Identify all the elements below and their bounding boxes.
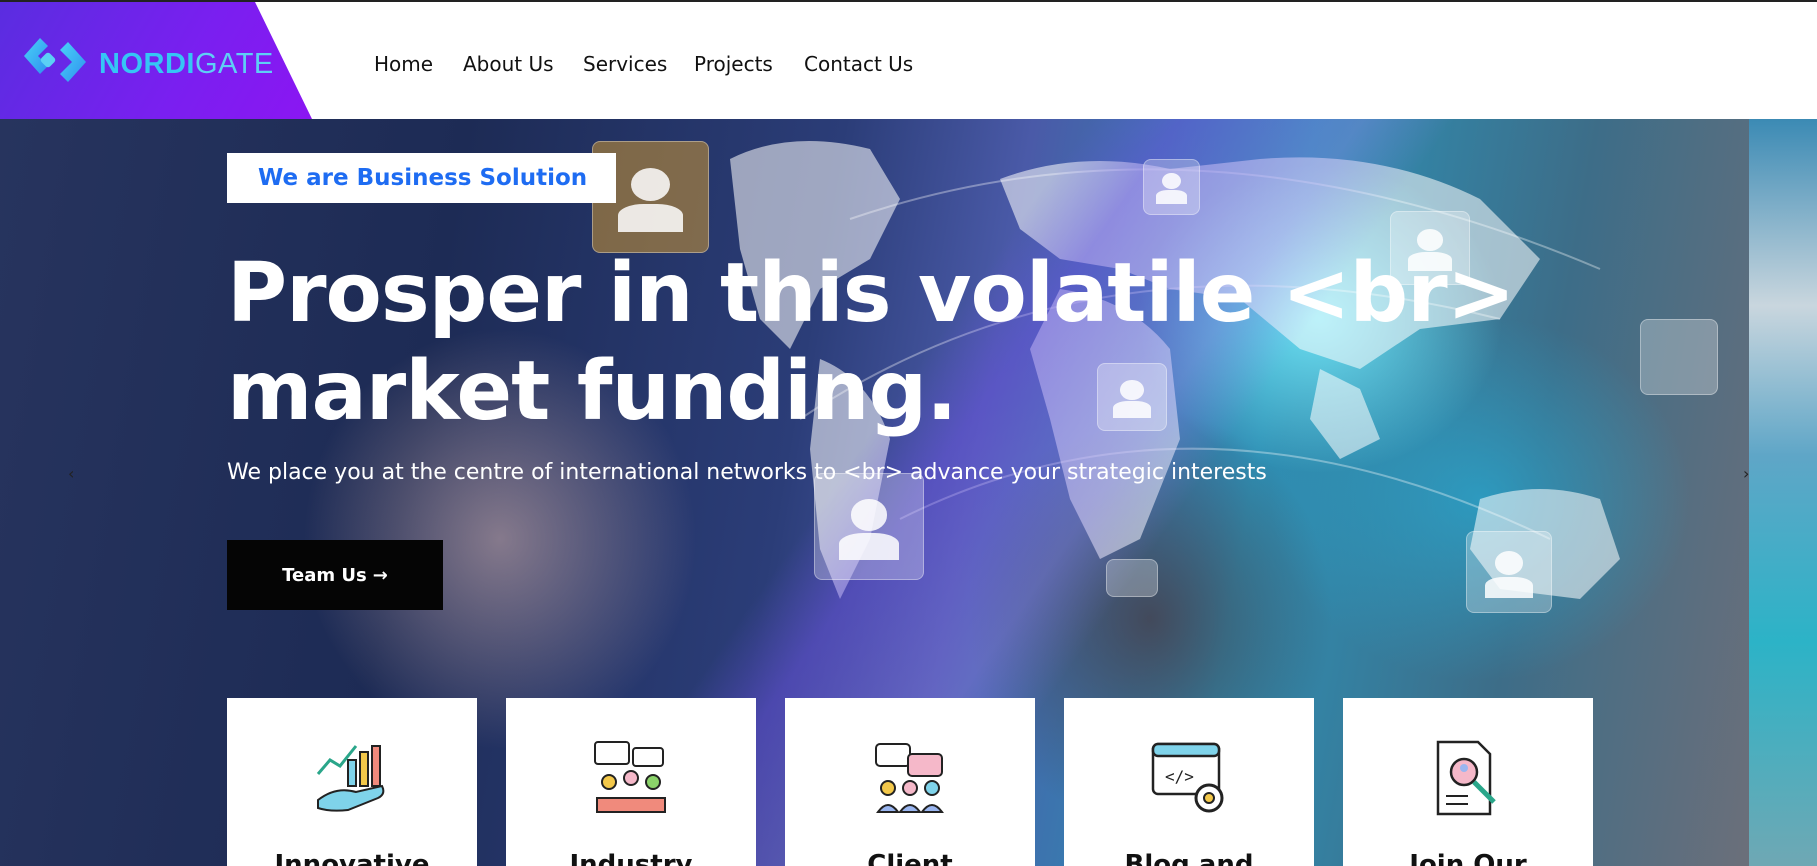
feature-card-label: Join Our xyxy=(1409,850,1527,866)
next-slide-arrow-icon[interactable]: › xyxy=(1743,464,1749,483)
hero-subtitle: We place you at the centre of internatio… xyxy=(227,460,1267,485)
nav-services[interactable]: Services xyxy=(583,52,667,76)
prev-slide-arrow-icon[interactable]: ‹ xyxy=(68,464,74,483)
next-slide-preview xyxy=(1749,119,1817,866)
growth-chart-hand-icon xyxy=(316,745,385,812)
brand-name-bold: NORDI xyxy=(99,48,195,80)
brand-name-light: GATE xyxy=(194,48,274,80)
nav-about-us[interactable]: About Us xyxy=(463,52,554,76)
feature-card-blog[interactable]: </> Blog and xyxy=(1064,698,1314,866)
feature-card-label: Client xyxy=(867,850,953,866)
window-top-border xyxy=(0,0,1817,2)
nav-contact-us[interactable]: Contact Us xyxy=(804,52,913,76)
brand-name: NORDIGATE xyxy=(99,48,274,81)
feature-card-join[interactable]: Join Our xyxy=(1343,698,1593,866)
feature-card-client[interactable]: Client xyxy=(785,698,1035,866)
feature-card-industry[interactable]: Industry xyxy=(506,698,756,866)
user-avatar-bubble-icon xyxy=(1143,159,1200,215)
logo-panel[interactable]: NORDIGATE xyxy=(0,2,312,119)
chat-bubble-icon xyxy=(1106,559,1158,597)
hero-badge: We are Business Solution xyxy=(227,153,616,203)
hero-title-line-1: Prosper in this volatile <br> xyxy=(227,246,1515,341)
team-meeting-icon xyxy=(594,741,666,813)
nav-projects[interactable]: Projects xyxy=(694,52,773,76)
client-chat-group-icon xyxy=(875,743,944,813)
svg-text:</>: </> xyxy=(1165,767,1194,786)
hero-title: Prosper in this volatile <br> market fun… xyxy=(227,245,1527,441)
resume-search-icon xyxy=(1436,740,1496,816)
nordigate-logo-icon xyxy=(24,38,86,82)
feature-card-label: Industry xyxy=(569,850,693,866)
site-header: NORDIGATE Home About Us Services Project… xyxy=(0,2,1817,119)
hero-title-line-2: market funding. xyxy=(227,344,957,439)
team-us-button[interactable]: Team Us → xyxy=(227,540,443,610)
arrow-right-icon: → xyxy=(372,564,388,586)
feature-card-label: Blog and xyxy=(1124,850,1254,866)
nav-home[interactable]: Home xyxy=(374,52,433,76)
web-code-settings-icon: </> xyxy=(1151,742,1224,813)
feature-card-label: Innovative xyxy=(274,850,430,866)
feature-card-innovative[interactable]: Innovative xyxy=(227,698,477,866)
user-avatar-bubble-icon xyxy=(1466,531,1552,613)
chat-bubble-icon xyxy=(1640,319,1718,395)
user-avatar-bubble-icon xyxy=(814,473,924,580)
hero-slider: ‹ › We are Business Solution Prosper in … xyxy=(0,119,1817,866)
team-us-button-label: Team Us xyxy=(282,564,367,586)
